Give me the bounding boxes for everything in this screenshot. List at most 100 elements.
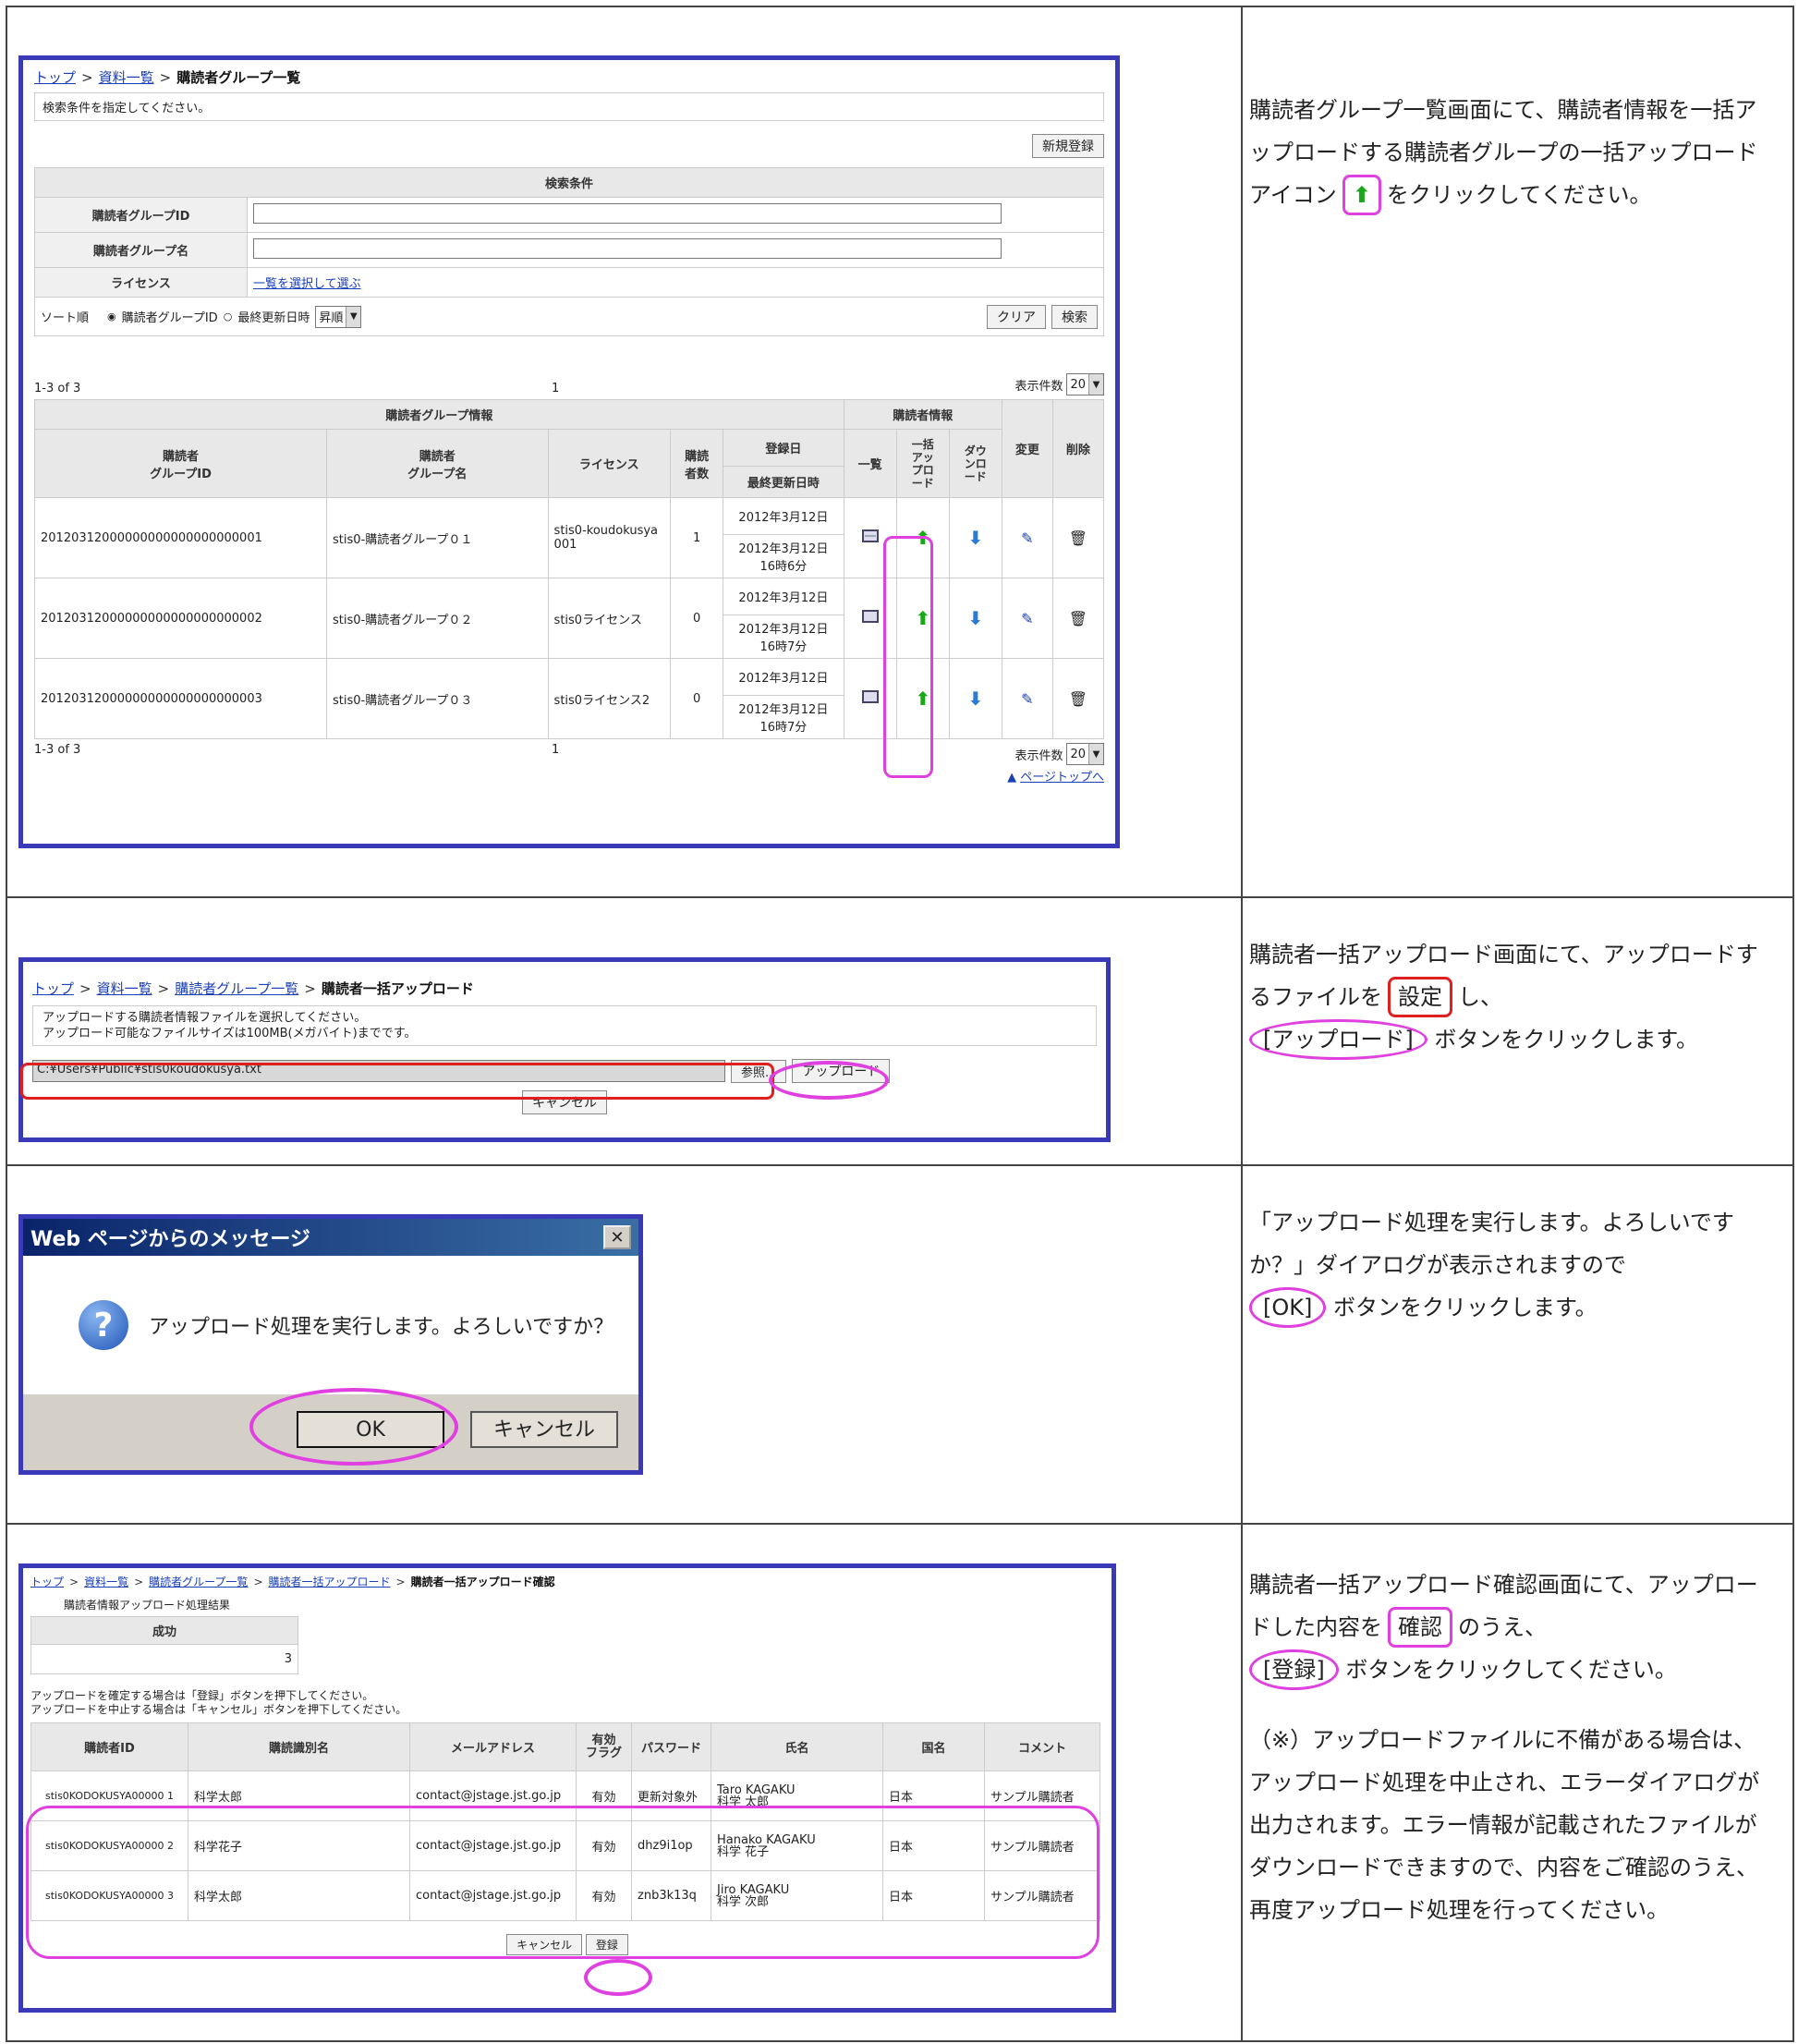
step1-text-b: をクリックしてください。 xyxy=(1386,182,1652,208)
step3-text-a: 「アップロード処理を実行します。よろしいですか？」ダイアログが表示されますので xyxy=(1249,1210,1734,1278)
count-header: 購読 者数 xyxy=(670,429,724,498)
breadcrumb-group-link[interactable]: 購読者グループ一覧 xyxy=(149,1576,248,1588)
license-label: ライセンス xyxy=(34,267,248,298)
row1-edit-cell: ✎ xyxy=(1001,497,1053,578)
pager-bottom[interactable]: 1 xyxy=(552,743,1007,757)
row2-registered: 2012年3月12日 xyxy=(723,578,844,615)
breadcrumb-current: 購読者一括アップロード xyxy=(321,980,474,997)
comment-header: コメント xyxy=(984,1722,1100,1771)
close-icon[interactable]: ✕ xyxy=(603,1225,631,1249)
step1-description: 購読者グループ一覧画面にて、購読者情報を一括アップロードする購読者グループの一括… xyxy=(1249,89,1776,216)
sort-radio-updated[interactable]: ○ xyxy=(224,310,233,322)
download-arrow-icon[interactable]: ⬇ xyxy=(967,527,983,549)
trash-icon[interactable]: 🗑 xyxy=(1069,610,1087,627)
instruction-line1: アップロードする購読者情報ファイルを選択してください。 xyxy=(43,1011,367,1025)
register-button-highlight xyxy=(584,1959,652,1996)
group-id-header: 購読者 グループID xyxy=(34,429,327,498)
upload-arrow-icon: ⬆ xyxy=(1342,175,1381,215)
success-label: 成功 xyxy=(30,1616,298,1645)
breadcrumb-top-link[interactable]: トップ xyxy=(34,69,76,86)
search-header: 検索条件 xyxy=(34,167,1104,198)
dialog-titlebar: Web ページからのメッセージ ✕ xyxy=(23,1219,638,1256)
row3-license: stis0ライセンス2 xyxy=(547,658,672,739)
sort-order-value: 昇順 xyxy=(319,311,344,325)
breadcrumb-upload-link[interactable]: 購読者一括アップロード xyxy=(269,1576,391,1588)
download-header: ダウ ンロ ード xyxy=(948,429,1002,498)
pencil-icon[interactable]: ✎ xyxy=(1021,529,1033,547)
row3-count: 0 xyxy=(670,658,724,739)
row1-registered: 2012年3月12日 xyxy=(723,497,844,535)
instruction-text: 検索条件を指定してください。 xyxy=(43,102,211,116)
row1-name: stis0-購読者グループ０１ xyxy=(326,497,549,578)
dialog-cancel-button[interactable]: キャンセル xyxy=(470,1411,618,1448)
chevron-down-icon: ▼ xyxy=(346,306,361,327)
dialog-body: ? アップロード処理を実行します。よろしいですか？ xyxy=(23,1256,638,1394)
per-page-select-bottom[interactable]: 20 ▼ xyxy=(1066,743,1104,765)
list-header: 一覧 xyxy=(843,429,897,498)
per-page-value-bottom: 20 xyxy=(1070,747,1086,761)
breadcrumb-group-link[interactable]: 購読者グループ一覧 xyxy=(175,980,298,997)
breadcrumb-list-link[interactable]: 資料一覧 xyxy=(99,69,154,86)
download-arrow-icon[interactable]: ⬇ xyxy=(967,607,983,629)
step4-note: （※）アップロードファイルに不備がある場合は、アップロード処理を中止され、エラー… xyxy=(1249,1727,1760,1923)
sort-order-select[interactable]: 昇順 ▼ xyxy=(315,305,362,328)
id-header: 購読者ID xyxy=(30,1722,188,1771)
step4-boxed: 確認 xyxy=(1388,1607,1452,1648)
row2-license: stis0ライセンス xyxy=(547,578,672,659)
row1-download-cell: ⬇ xyxy=(948,497,1002,578)
list-icon[interactable] xyxy=(861,529,879,542)
row3-name: stis0-購読者グループ０３ xyxy=(326,658,549,739)
license-select-link[interactable]: 一覧を選択して選ぶ xyxy=(253,277,361,291)
pager[interactable]: 1 xyxy=(552,382,1014,395)
breadcrumb-list-link[interactable]: 資料一覧 xyxy=(84,1576,128,1588)
step2-oval: [アップロード] xyxy=(1249,1019,1427,1060)
instruction-box: 検索条件を指定してください。 xyxy=(34,92,1104,121)
download-arrow-icon[interactable]: ⬇ xyxy=(967,687,983,710)
rows-highlight xyxy=(26,1806,1099,1959)
new-register-button[interactable]: 新規登録 xyxy=(1032,134,1104,158)
registered-header: 登録日 xyxy=(723,429,844,467)
row1-id: 20120312000000000000000000001 xyxy=(34,497,327,578)
row3-id: 20120312000000000000000000003 xyxy=(34,658,327,739)
row2-edit-cell: ✎ xyxy=(1001,578,1053,659)
list-icon[interactable] xyxy=(861,610,879,623)
clear-button[interactable]: クリア xyxy=(987,304,1046,329)
row2-id: 20120312000000000000000000002 xyxy=(34,578,327,659)
group-info-header: 購読者グループ情報 xyxy=(34,399,844,430)
confirm-note: アップロードを確定する場合は「登録」ボタンを押下してください。 xyxy=(30,1689,374,1702)
file-select-highlight xyxy=(20,1063,774,1100)
row-divider-2 xyxy=(7,1164,1792,1166)
group-name-input[interactable] xyxy=(253,237,1002,259)
instruction-box: アップロードする購読者情報ファイルを選択してください。 アップロード可能なファイ… xyxy=(32,1005,1097,1046)
breadcrumb-top-link[interactable]: トップ xyxy=(30,1576,64,1588)
question-icon: ? xyxy=(79,1300,128,1350)
sort-radio-id[interactable]: ◉ xyxy=(107,310,116,322)
row2-download-cell: ⬇ xyxy=(948,578,1002,659)
breadcrumb: トップ > 資料一覧 > 購読者グループ一覧 xyxy=(34,69,301,86)
row-divider-3 xyxy=(7,1523,1792,1525)
group-id-label: 購読者グループID xyxy=(34,197,248,233)
sort-label: ソート順 xyxy=(41,311,90,325)
pencil-icon[interactable]: ✎ xyxy=(1021,610,1033,627)
row3-delete-cell: 🗑 xyxy=(1051,658,1105,739)
per-page-select[interactable]: 20 ▼ xyxy=(1066,373,1104,395)
search-conditions-table: 検索条件 購読者グループID 購読者グループ名 ライセンス 一覧を選択して選ぶ … xyxy=(34,167,1104,336)
row2-delete-cell: 🗑 xyxy=(1051,578,1105,659)
breadcrumb-top-link[interactable]: トップ xyxy=(32,980,74,997)
search-button[interactable]: 検索 xyxy=(1051,304,1098,329)
delete-header: 削除 xyxy=(1051,399,1105,498)
trash-icon[interactable]: 🗑 xyxy=(1069,529,1087,547)
row2-name: stis0-購読者グループ０２ xyxy=(326,578,549,659)
list-icon[interactable] xyxy=(861,690,879,703)
breadcrumb-list-link[interactable]: 資料一覧 xyxy=(97,980,152,997)
trash-icon[interactable]: 🗑 xyxy=(1069,690,1087,708)
column-divider xyxy=(1241,7,1243,2040)
row1-name-en: Taro KAGAKU xyxy=(717,1782,796,1797)
group-table: 購読者グループ情報 購読者情報 変更 削除 購読者 グループID 購読者 グルー… xyxy=(34,399,1105,739)
page-top-link[interactable]: ページトップへ xyxy=(1020,771,1104,785)
pencil-icon[interactable]: ✎ xyxy=(1021,690,1033,708)
row-divider-1 xyxy=(7,896,1792,898)
step4-text-b: のうえ、 xyxy=(1458,1614,1547,1640)
row3-download-cell: ⬇ xyxy=(948,658,1002,739)
group-id-input[interactable] xyxy=(253,202,1002,224)
